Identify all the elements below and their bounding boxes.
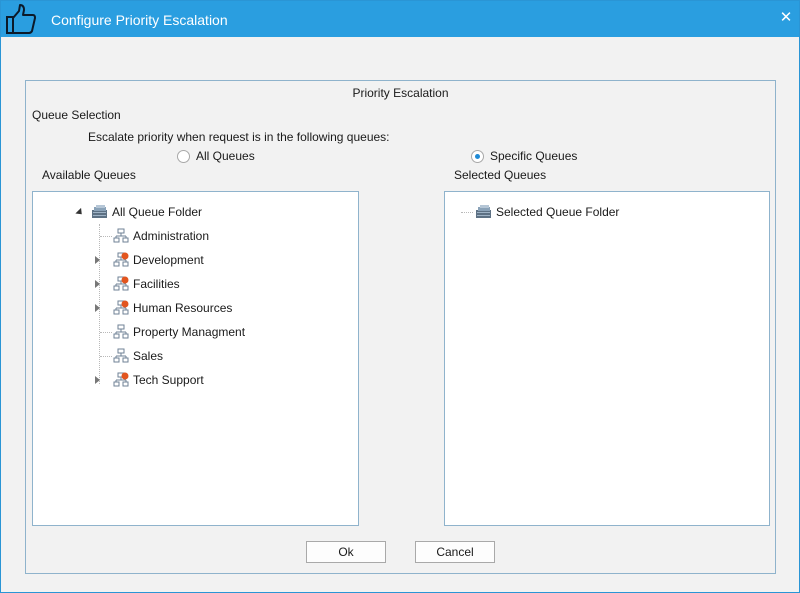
- dialog-window: Configure Priority Escalation ✕ Priority…: [0, 0, 800, 593]
- tree-branch-line: [100, 356, 112, 357]
- thumbs-up-icon: [4, 3, 38, 35]
- window-title: Configure Priority Escalation: [51, 12, 228, 28]
- radio-specific-queues[interactable]: Specific Queues: [471, 149, 577, 163]
- priority-escalation-group: Priority Escalation Queue Selection Esca…: [25, 80, 776, 574]
- group-title: Priority Escalation: [352, 86, 449, 100]
- ok-button[interactable]: Ok: [306, 541, 386, 563]
- tree-item-label: Development: [133, 253, 204, 267]
- tree-root-label: All Queue Folder: [112, 205, 203, 219]
- close-button[interactable]: ✕: [777, 9, 795, 27]
- title-bar[interactable]: Configure Priority Escalation ✕: [1, 1, 799, 37]
- queue-folder-icon: [475, 205, 492, 219]
- tree-item-label: Facilities: [133, 277, 180, 291]
- tree-item-label: Administration: [133, 229, 210, 243]
- tree-item-sales[interactable]: Sales: [113, 345, 163, 367]
- expander-human-resources[interactable]: [95, 304, 100, 312]
- radio-all-queues-label: All Queues: [196, 149, 255, 163]
- tree-root-all-queue-folder[interactable]: All Queue Folder: [91, 201, 202, 223]
- expander-development[interactable]: [95, 256, 100, 264]
- tree-item-facilities[interactable]: Facilities: [113, 273, 180, 295]
- radio-all-queues-circle[interactable]: [177, 149, 190, 163]
- escalate-instruction: Escalate priority when request is in the…: [88, 130, 390, 144]
- queue-restricted-icon: [113, 252, 129, 268]
- available-queues-tree[interactable]: All Queue Folder Administration Developm…: [32, 191, 359, 526]
- radio-all-queues[interactable]: All Queues: [177, 149, 255, 163]
- selected-queues-label: Selected Queues: [454, 168, 547, 182]
- tree-item-human-resources[interactable]: Human Resources: [113, 297, 232, 319]
- tree-item-label: Property Managment: [133, 325, 246, 339]
- selected-queues-tree[interactable]: Selected Queue Folder: [444, 191, 770, 526]
- tree-branch-line: [100, 332, 112, 333]
- radio-specific-queues-circle[interactable]: [471, 149, 484, 163]
- tree-root-selected-queue-folder[interactable]: Selected Queue Folder: [475, 201, 619, 223]
- queue-restricted-icon: [113, 300, 129, 316]
- queue-restricted-icon: [113, 372, 129, 388]
- tree-branch-line: [461, 212, 473, 213]
- queue-icon: [113, 228, 129, 244]
- queue-restricted-icon: [113, 276, 129, 292]
- queue-icon: [113, 324, 129, 340]
- tree-item-administration[interactable]: Administration: [113, 225, 209, 247]
- cancel-button[interactable]: Cancel: [415, 541, 495, 563]
- tree-item-property-managment[interactable]: Property Managment: [113, 321, 245, 343]
- available-queues-label: Available Queues: [42, 168, 136, 182]
- radio-specific-queues-label: Specific Queues: [490, 149, 578, 163]
- tree-item-tech-support[interactable]: Tech Support: [113, 369, 204, 391]
- queue-folder-icon: [91, 205, 108, 219]
- tree-item-label: Sales: [133, 349, 164, 363]
- tree-branch-line: [100, 236, 112, 237]
- root-expander[interactable]: [75, 207, 85, 218]
- queue-icon: [113, 348, 129, 364]
- expander-facilities[interactable]: [95, 280, 100, 288]
- tree-item-development[interactable]: Development: [113, 249, 204, 271]
- tree-item-label: Tech Support: [133, 373, 204, 387]
- expander-tech-support[interactable]: [95, 376, 100, 384]
- tree-item-label: Human Resources: [133, 301, 233, 315]
- tree-root-label: Selected Queue Folder: [496, 205, 620, 219]
- queue-selection-label: Queue Selection: [32, 108, 121, 122]
